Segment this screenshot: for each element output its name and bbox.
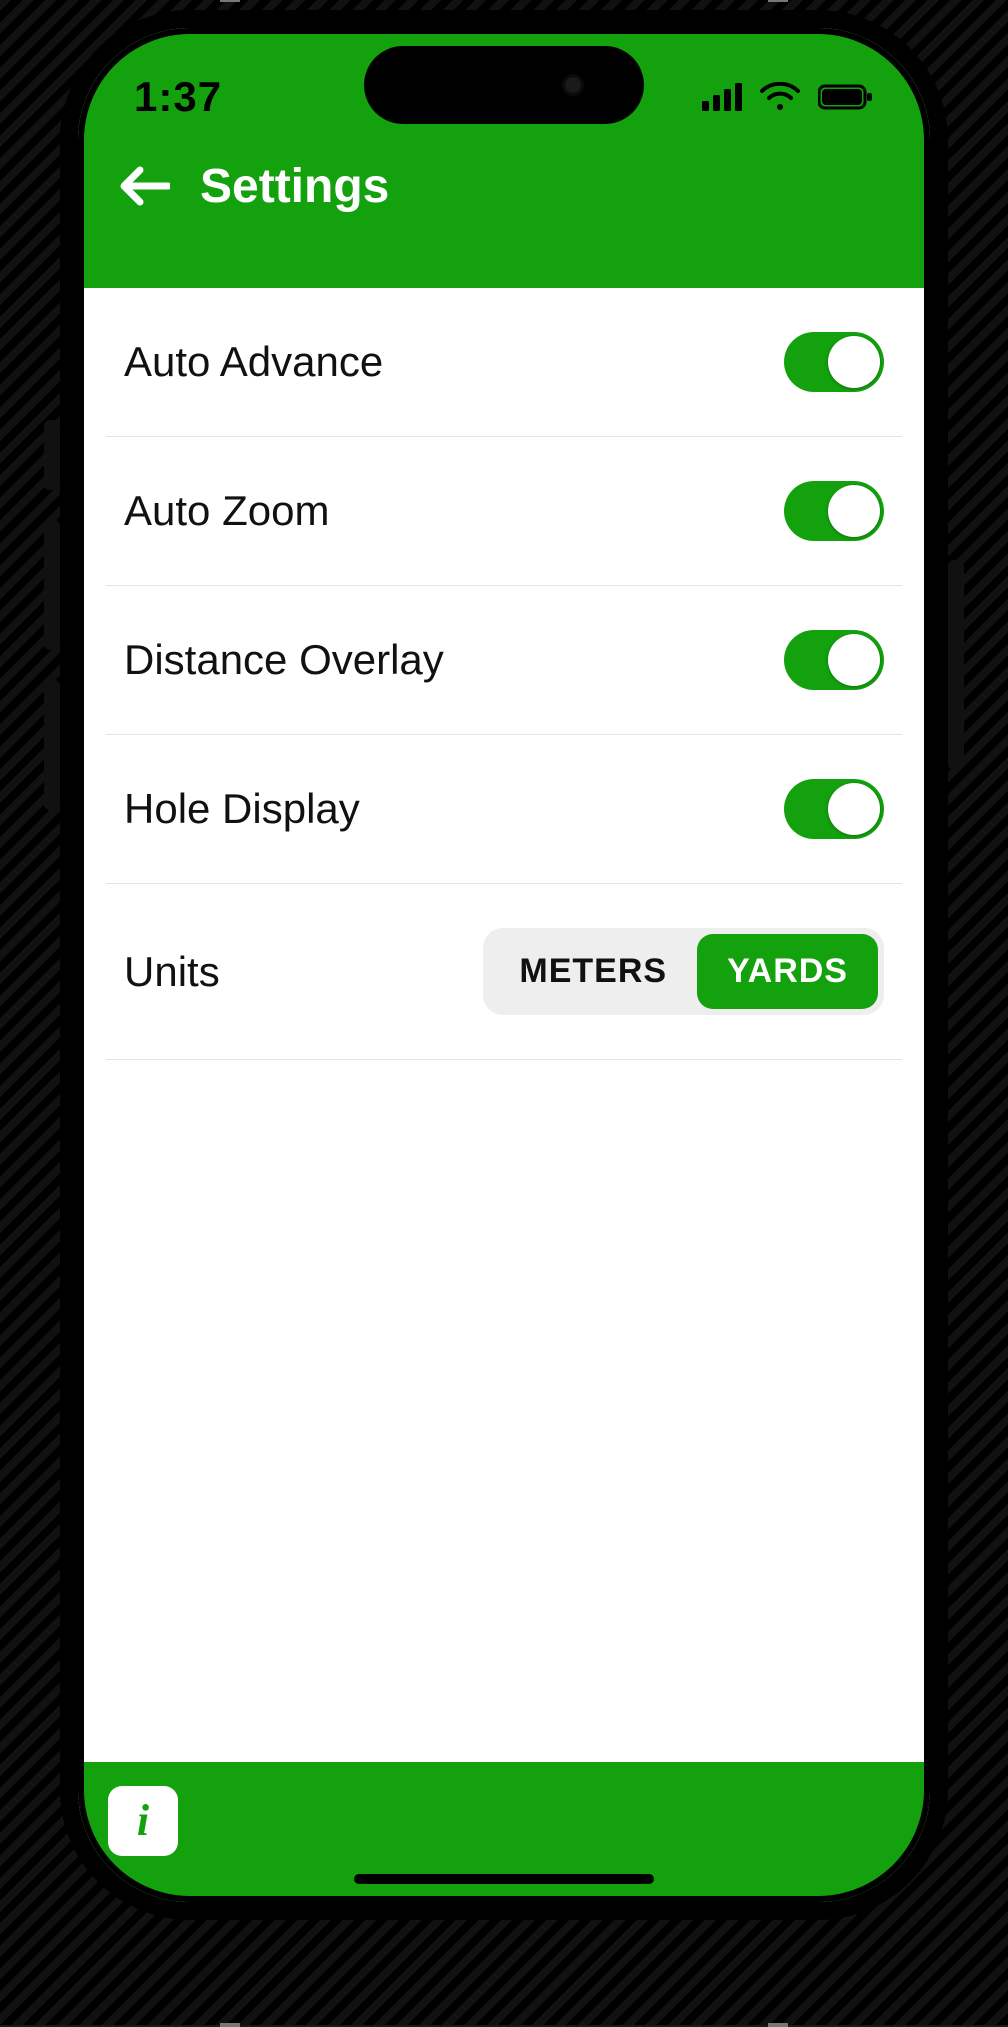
toggle-auto-zoom[interactable]	[784, 481, 884, 541]
setting-label: Distance Overlay	[124, 636, 444, 684]
home-indicator	[354, 1874, 654, 1884]
status-clock: 1:37	[134, 73, 222, 121]
setting-row-units: Units METERS YARDS	[106, 884, 902, 1060]
frame-tick	[220, 2023, 240, 2027]
phone-power-button	[948, 560, 964, 770]
setting-row-hole-display: Hole Display	[106, 735, 902, 884]
setting-label: Units	[124, 948, 220, 996]
phone-volume-up-button	[44, 520, 60, 650]
frame-tick	[768, 2023, 788, 2027]
bottom-bar: i	[78, 1762, 930, 1902]
toggle-distance-overlay[interactable]	[784, 630, 884, 690]
battery-icon	[818, 83, 874, 111]
setting-label: Auto Zoom	[124, 487, 329, 535]
arrow-left-icon	[118, 166, 170, 206]
phone-frame: 1:37	[60, 10, 948, 1920]
frame-tick	[768, 0, 788, 2]
setting-label: Auto Advance	[124, 338, 383, 386]
cellular-icon	[702, 83, 742, 111]
settings-list: Auto Advance Auto Zoom Distance Overlay …	[78, 288, 930, 1762]
units-option-yards[interactable]: YARDS	[697, 934, 878, 1009]
units-segmented: METERS YARDS	[483, 928, 884, 1015]
screen: 1:37	[78, 28, 930, 1902]
phone-side-button	[44, 420, 60, 490]
phone-volume-down-button	[44, 680, 60, 810]
frame-tick	[220, 0, 240, 2]
setting-row-auto-zoom: Auto Zoom	[106, 437, 902, 586]
toggle-hole-display[interactable]	[784, 779, 884, 839]
setting-row-auto-advance: Auto Advance	[106, 288, 902, 437]
setting-row-distance-overlay: Distance Overlay	[106, 586, 902, 735]
info-icon: i	[137, 1799, 149, 1843]
setting-label: Hole Display	[124, 785, 360, 833]
page-title: Settings	[200, 159, 389, 214]
status-icons	[702, 82, 874, 112]
nav-bar: Settings	[78, 138, 930, 214]
units-option-meters[interactable]: METERS	[489, 934, 697, 1009]
dynamic-island	[364, 46, 644, 124]
back-button[interactable]	[116, 158, 172, 214]
info-button[interactable]: i	[108, 1786, 178, 1856]
wifi-icon	[760, 82, 800, 112]
toggle-auto-advance[interactable]	[784, 332, 884, 392]
